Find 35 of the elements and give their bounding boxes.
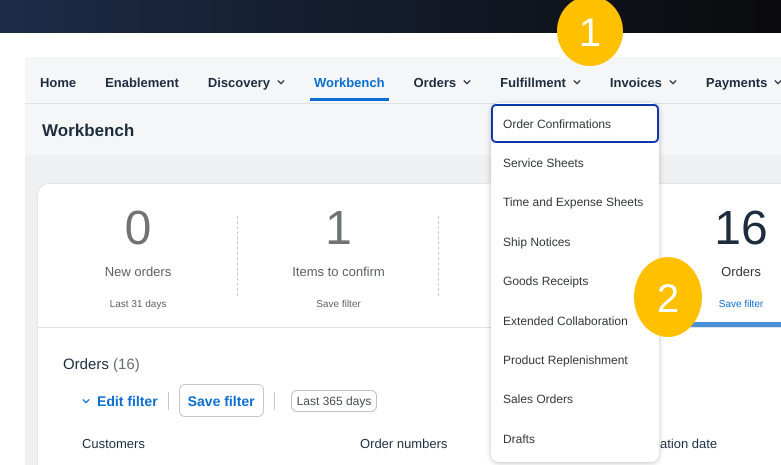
- nav-tab[interactable]: Invoices: [610, 69, 677, 91]
- section-title: Orders (16): [63, 356, 140, 373]
- tile-label: Items to confirm: [292, 264, 385, 279]
- nav-tab[interactable]: Enablement: [105, 69, 179, 91]
- menu-item[interactable]: Order Confirmations: [491, 104, 659, 144]
- nav-tab[interactable]: Payments: [706, 69, 781, 91]
- tile-label: Orders: [721, 264, 761, 279]
- tile-label: New orders: [104, 264, 172, 279]
- column-header: ation date: [660, 436, 718, 451]
- menu-item[interactable]: Drafts: [491, 419, 542, 459]
- nav-tab[interactable]: Fulfillment: [500, 69, 581, 91]
- column-header: Order numbers: [360, 436, 448, 451]
- caret-icon: [82, 398, 90, 404]
- menu-item[interactable]: Extended Collaboration: [491, 300, 634, 340]
- menu-item[interactable]: Time and Expense Sheets: [491, 182, 650, 222]
- menu-item[interactable]: Product Replenishment: [491, 340, 634, 380]
- tile-count: 1: [325, 202, 352, 256]
- column-header: Customers: [82, 436, 145, 451]
- nav-tab[interactable]: Workbench: [314, 69, 385, 91]
- menu-item[interactable]: Ship Notices: [491, 222, 576, 262]
- save-filter-link[interactable]: Save filter: [718, 299, 764, 310]
- menu-item[interactable]: Sales Orders: [491, 380, 580, 420]
- menu-item[interactable]: Goods Receipts: [491, 262, 594, 301]
- tile-count: 16: [714, 202, 768, 256]
- page-title: Workbench: [42, 121, 134, 141]
- tile-footer: Last 31 days: [110, 299, 166, 310]
- nav-tab[interactable]: Home: [40, 69, 76, 91]
- edit-filter-link[interactable]: Edit filter: [82, 392, 158, 408]
- date-range-chip[interactable]: Last 365 days: [290, 390, 378, 412]
- tile-count: 0: [124, 202, 152, 256]
- menu-item[interactable]: Service Sheets: [491, 143, 590, 183]
- nav-tab[interactable]: Discovery: [208, 69, 285, 91]
- tile-footer: Save filter: [316, 299, 361, 310]
- nav-tab[interactable]: Orders: [414, 69, 472, 91]
- save-filter-button[interactable]: Save filter: [178, 384, 264, 417]
